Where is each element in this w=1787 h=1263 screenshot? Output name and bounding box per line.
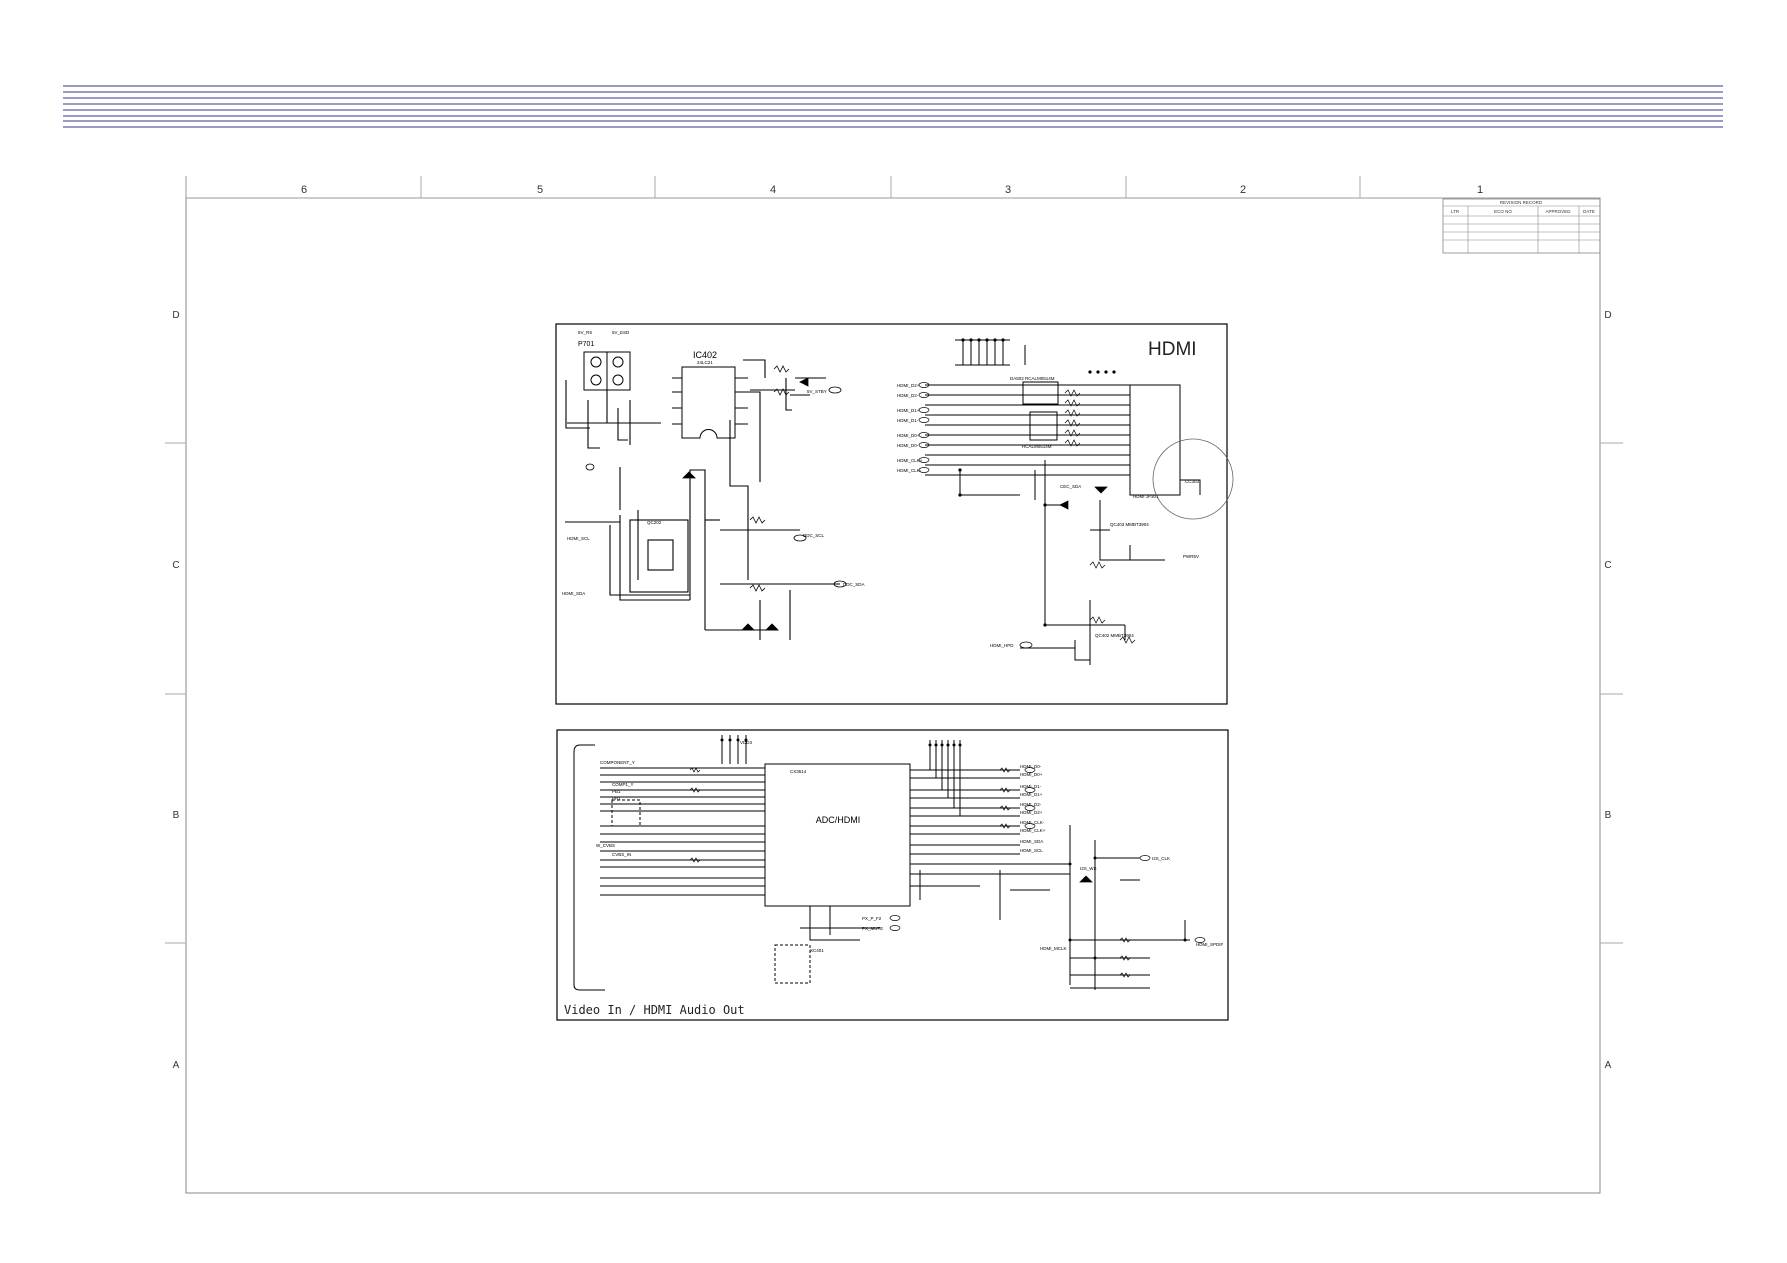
ic402-part: 24LC21: [697, 360, 713, 365]
net-hdmi-scl: HDMI_SCL: [567, 536, 590, 541]
net-hdmi-d1p: HDMI_D1+: [897, 408, 920, 413]
net-w-cvbs: W_CVBS: [596, 843, 615, 848]
adc-hdmi-label: ADC/HDMI: [816, 815, 861, 825]
net-v-d2n: HDMI_D2-: [1020, 802, 1042, 807]
net-pr1: PR1: [612, 796, 621, 801]
column-label-6: 6: [301, 184, 307, 196]
net-hdmi-sda: HDMI_SDA: [562, 591, 585, 596]
net-hdmi-clkn: HDMI_CLK-: [897, 468, 922, 473]
net-pwr5v: PWR5V: [1183, 554, 1199, 559]
net-cvbs-in: CVBS_IN: [612, 852, 631, 857]
row-label-d-right: D: [1604, 310, 1611, 321]
p701-pin-esd: 5V_ESD: [612, 330, 630, 335]
net-v-clkp: HDMI_CLK+: [1020, 828, 1046, 833]
net-hdmi-d0p: HDMI_D0+: [897, 433, 920, 438]
column-dividers: [420, 176, 1361, 198]
net-v-d2p: HDMI_D2+: [1020, 810, 1043, 815]
column-label-2: 2: [1240, 184, 1246, 196]
revision-header-approved: APPROVED: [1545, 209, 1571, 214]
net-5v-stby: 5V_STBY: [807, 389, 827, 394]
xc401-label: XC401: [810, 948, 824, 953]
row-label-c-right: C: [1604, 560, 1611, 571]
video-panel-title: Video In / HDMI Audio Out: [564, 1003, 745, 1017]
net-v-clkn: HDMI_CLK-: [1020, 820, 1045, 825]
header-stripes: [63, 85, 1723, 128]
p701-label: P701: [578, 341, 594, 348]
net-hdmi-spdif: HDMI_SPDIF: [1196, 942, 1224, 947]
hdmi-conn-label: HDMI JP301: [1133, 494, 1159, 499]
revision-record-block: REVISION RECORD LTR ECO NO APPROVED DATE: [1442, 198, 1601, 254]
row-label-b-right: B: [1605, 810, 1612, 821]
net-ddc-sda: DDC_SDA: [843, 582, 865, 587]
row-label-c-left: C: [172, 560, 179, 571]
net-component-y: COMPONENT_Y: [600, 760, 635, 765]
net-hdmi-mclk: HDMI_MCLK: [1040, 946, 1067, 951]
net-v-d0n: HDMI_D0-: [1020, 764, 1042, 769]
net-hdmi-d1n: HDMI_D1-: [897, 418, 919, 423]
net-px-p-f2: PX_P_F2: [862, 916, 882, 921]
net-hdmi-d0n: HDMI_D0-: [897, 443, 919, 448]
net-v-d1n: HDMI_D1-: [1020, 784, 1042, 789]
net-v-sda: HDMI_SDA: [1020, 839, 1043, 844]
net-i2s-ws: I2S_WS: [1080, 866, 1097, 871]
revision-header-ltr: LTR: [1451, 209, 1460, 214]
column-label-3: 3: [1005, 184, 1011, 196]
net-i2s-clk: I2S_CLK: [1152, 856, 1170, 861]
net-comp1-y: COMP1_Y: [612, 782, 634, 787]
qc402-label: QC402 MMBT3904: [1095, 633, 1134, 638]
array-top-label: DA502 RCALM0514M: [1010, 376, 1055, 381]
revision-header-date: DATE: [1583, 209, 1595, 214]
qc202-label: QC202: [647, 520, 662, 525]
array-bottom-label: RCALM0514M: [1022, 444, 1052, 449]
adc-hdmi-part: CX3514: [790, 769, 807, 774]
column-label-5: 5: [537, 184, 543, 196]
net-v-d0p: HDMI_D0+: [1020, 772, 1043, 777]
net-px-mute: PX_MUTE: [862, 926, 883, 931]
net-v-scl: HDMI_SCL: [1020, 848, 1043, 853]
row-label-d-left: D: [172, 310, 179, 321]
revision-record-title: REVISION RECORD: [1500, 200, 1543, 205]
revision-header-eco: ECO NO: [1494, 209, 1512, 214]
net-hdmi-hpd: HDMI_HPD: [990, 643, 1014, 648]
net-cec-sda: CEC_SDA: [1060, 484, 1081, 489]
hdmi-panel: HDMI P701 5V_RS 5V_ESD IC402 24LC21 QC20…: [555, 323, 1234, 705]
column-label-4: 4: [770, 184, 776, 196]
p701-pin-5v: 5V_RS: [578, 330, 592, 335]
net-hdmi-clkp: HDMI_CLK+: [897, 458, 923, 463]
net-pb1: PB1: [612, 789, 621, 794]
net-hdmi-d2n: HDMI_D2-: [897, 393, 919, 398]
schematic-sheet: 6 5 4 3 2 1 D C B A D C B A REVISION REC…: [63, 85, 1723, 1194]
qc403-label: QC403 MMBT3904: [1110, 522, 1149, 527]
column-label-1: 1: [1477, 184, 1483, 196]
ic402-label: IC402: [693, 350, 717, 360]
net-ddc-scl: DDC_SCL: [803, 533, 825, 538]
net-v-d1p: HDMI_D1+: [1020, 792, 1043, 797]
cc303-label: CC303: [1185, 479, 1200, 484]
net-hdmi-d2p: HDMI_D2+: [897, 383, 920, 388]
hdmi-panel-title: HDMI: [1148, 339, 1197, 360]
row-label-a-left: A: [173, 1060, 180, 1071]
row-label-b-left: B: [173, 810, 180, 821]
video-panel: Video In / HDMI Audio Out ADC/HDMI CX351…: [556, 729, 1229, 1021]
row-label-a-right: A: [1605, 1060, 1612, 1071]
